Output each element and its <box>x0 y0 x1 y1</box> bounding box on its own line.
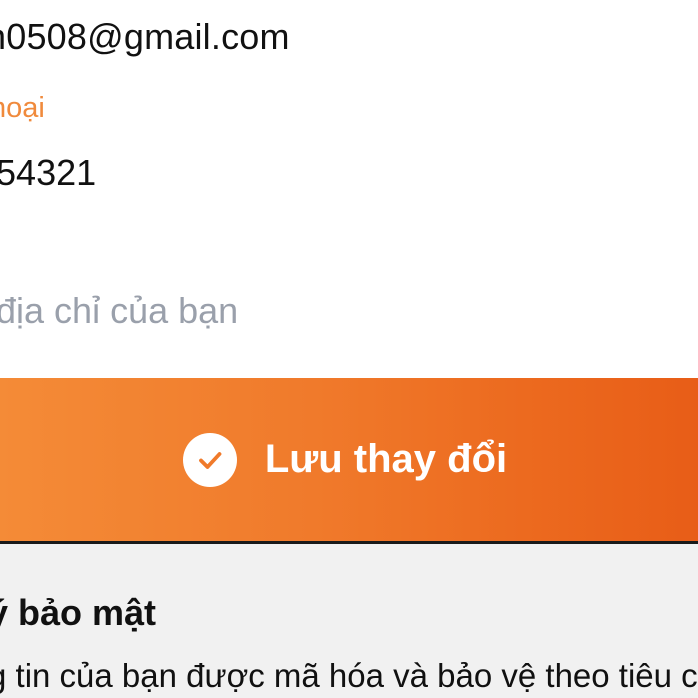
security-note-text: g tin của bạn được mã hóa và bảo vệ theo… <box>0 657 698 694</box>
security-note-title: ý bảo mật <box>0 592 157 633</box>
save-button-label: Lưu thay đổi <box>264 437 508 481</box>
phone-label: hoại <box>0 92 45 124</box>
profile-form: h0508@gmail.com hoại 654321 <box>0 0 698 378</box>
address-input[interactable] <box>0 286 696 336</box>
check-circle-icon <box>182 432 237 487</box>
security-note-panel: ý bảo mật g tin của bạn được mã hóa và b… <box>0 544 698 698</box>
email-field[interactable]: h0508@gmail.com <box>0 16 290 58</box>
profile-edit-screen: h0508@gmail.com hoại 654321 Lưu thay đổi… <box>0 0 698 698</box>
save-button-content: Lưu thay đổi <box>182 432 508 487</box>
save-changes-button[interactable]: Lưu thay đổi <box>0 378 698 544</box>
phone-field[interactable]: 654321 <box>0 152 96 194</box>
checkmark-icon <box>198 451 222 469</box>
